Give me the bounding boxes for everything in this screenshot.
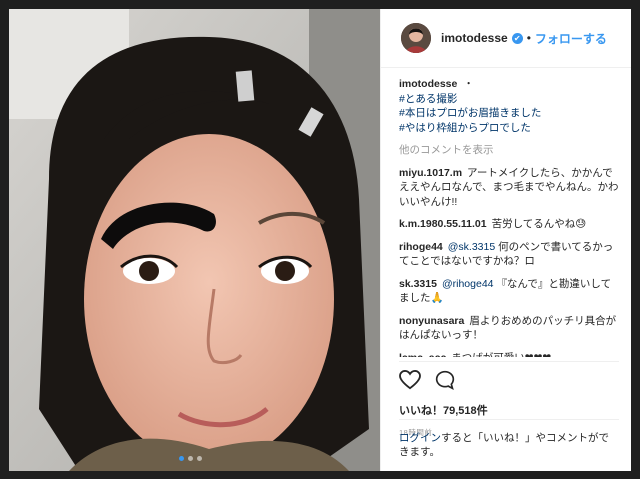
comment-item: nonyunasara 眉よりおめめのパッチリ具合がはんぱないっす！ bbox=[399, 314, 619, 343]
carousel-indicator bbox=[179, 456, 202, 461]
likes-count[interactable]: いいね！79,518件 bbox=[399, 402, 619, 418]
hashtag-link[interactable]: #とある撮影 bbox=[399, 92, 619, 107]
caption-username[interactable]: imotodesse bbox=[399, 78, 457, 90]
selfie-image bbox=[9, 9, 380, 471]
comment-icon[interactable] bbox=[435, 370, 455, 395]
comment-text: まつげが可愛い❤❤❤ bbox=[451, 352, 551, 358]
header-username[interactable]: imotodesse bbox=[441, 31, 508, 45]
carousel-dot[interactable] bbox=[179, 456, 184, 461]
comment-mention-link[interactable]: @rihoge44 bbox=[442, 278, 494, 290]
post-modal: imotodesse ✔ • フォローする imotodesse ・ #とある撮影… bbox=[9, 9, 631, 471]
verified-badge-icon: ✔ bbox=[511, 32, 523, 44]
hashtag-link[interactable]: #やはり枠組からプロでした bbox=[399, 121, 619, 136]
post-photo[interactable] bbox=[9, 9, 380, 471]
comment-username[interactable]: nonyunasara bbox=[399, 315, 464, 327]
follow-button[interactable]: フォローする bbox=[535, 30, 607, 47]
caption: imotodesse ・ #とある撮影 #本日はプロがお眉描きました #やはり枠組… bbox=[399, 77, 619, 135]
caption-dot: ・ bbox=[463, 78, 474, 90]
post-sidebar: imotodesse ✔ • フォローする imotodesse ・ #とある撮影… bbox=[380, 9, 631, 471]
login-prompt: ログインすると「いいね！」やコメントができます。 bbox=[399, 419, 619, 459]
comment-item: k.m.1980.55.11.01 苦労してるんやね😓 bbox=[399, 217, 619, 232]
carousel-dot[interactable] bbox=[188, 456, 193, 461]
comments-list: imotodesse ・ #とある撮影 #本日はプロがお眉描きました #やはり枠組… bbox=[399, 77, 619, 357]
header-separator: • bbox=[526, 31, 531, 45]
comment-username[interactable]: sk.3315 bbox=[399, 278, 437, 290]
comment-item: miyu.1017.m アートメイクしたら、かかんでええやんロなんで、まつ毛までや… bbox=[399, 166, 619, 210]
post-header: imotodesse ✔ • フォローする bbox=[381, 9, 631, 68]
heart-icon[interactable] bbox=[399, 369, 421, 395]
comment-username[interactable]: rihoge44 bbox=[399, 241, 443, 253]
comment-item: lcmc_acc まつげが可愛い❤❤❤ bbox=[399, 351, 619, 358]
comment-item: rihoge44 @sk.3315 何のペンで書いてるかってことではないですかね？… bbox=[399, 240, 619, 269]
view-more-comments-link[interactable]: 他のコメントを表示 bbox=[399, 143, 619, 158]
comment-username[interactable]: lcmc_acc bbox=[399, 352, 446, 358]
comment-item: sk.3315 @rihoge44 『なんで』と勘違いしてました🙏 bbox=[399, 277, 619, 306]
comment-username[interactable]: k.m.1980.55.11.01 bbox=[399, 218, 487, 230]
comment-mention-link[interactable]: @sk.3315 bbox=[448, 241, 495, 253]
comment-username[interactable]: miyu.1017.m bbox=[399, 167, 462, 179]
login-link[interactable]: ログイン bbox=[399, 432, 441, 444]
avatar[interactable] bbox=[401, 23, 431, 53]
carousel-dot[interactable] bbox=[197, 456, 202, 461]
comment-text: 苦労してるんやね😓 bbox=[491, 218, 587, 230]
hashtag-link[interactable]: #本日はプロがお眉描きました bbox=[399, 106, 619, 121]
